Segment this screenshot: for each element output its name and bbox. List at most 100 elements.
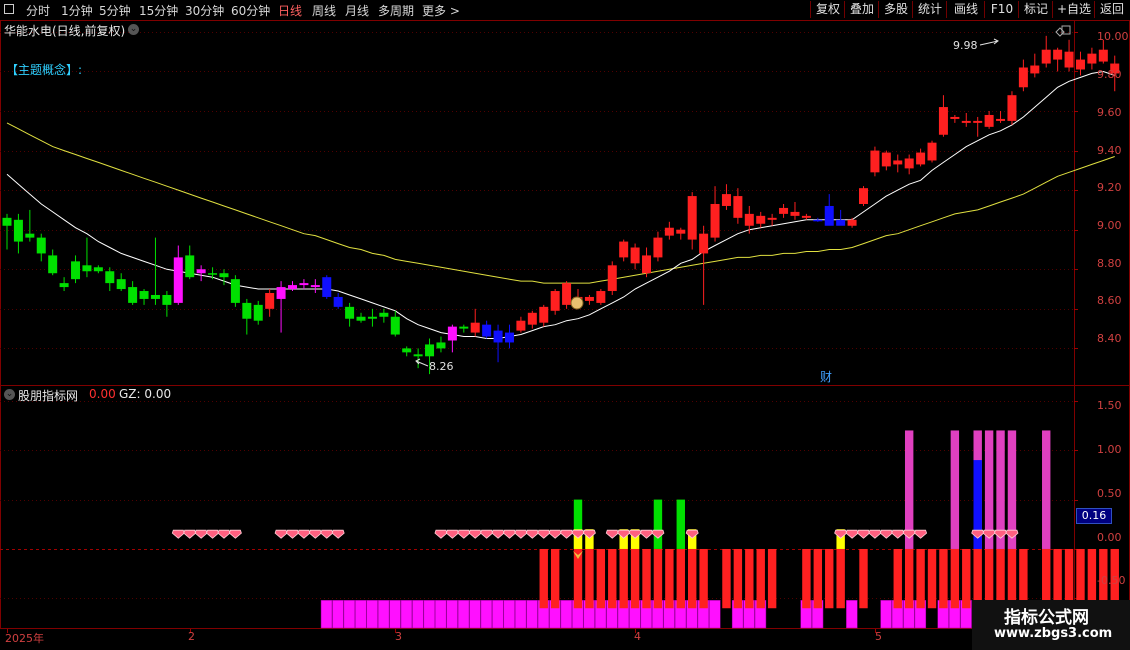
candle-body: [1041, 49, 1051, 64]
date-label: 4: [634, 630, 641, 643]
gem-icon: [891, 529, 905, 539]
candle-body: [676, 229, 686, 234]
gem-icon: [857, 529, 870, 539]
chevron-down-icon[interactable]: ⌄: [128, 24, 139, 35]
gem-icon: [217, 529, 231, 539]
candle-body: [550, 291, 560, 311]
candle-body: [265, 293, 275, 309]
indicator-magenta-bar: [389, 600, 401, 629]
candle-body: [584, 296, 594, 301]
candle-body: [48, 255, 58, 274]
gem-icon: [468, 529, 482, 539]
candle-body: [516, 320, 526, 331]
price-tick: 8.40: [1097, 332, 1122, 345]
candle-body: [801, 215, 811, 218]
candle-body: [916, 152, 926, 165]
candle-body: [996, 118, 1006, 121]
candle-body: [733, 196, 743, 218]
candle-body: [105, 271, 115, 284]
indicator-red-bar: [630, 548, 640, 609]
candle-body: [493, 330, 503, 343]
candle-body: [699, 233, 709, 254]
candle-body: [333, 296, 343, 307]
indicator-magenta-bar: [514, 600, 527, 629]
indicator-tick: 1.00: [1097, 443, 1122, 456]
indicator-red-bar: [596, 548, 606, 609]
indicator-red-bar: [688, 548, 697, 609]
indicator-red-bar: [813, 548, 823, 609]
candle-body: [253, 304, 263, 321]
indicator-magenta-bar: [343, 600, 356, 629]
candle-body: [1087, 53, 1097, 64]
indicator-red-bar: [916, 548, 925, 609]
candle-body: [596, 291, 606, 303]
indicator-red-bar: [619, 548, 628, 609]
indicator-red-bar: [802, 548, 811, 609]
candle-body: [539, 306, 549, 323]
indicator-red-bar: [950, 548, 960, 609]
indicator-magenta-bar: [560, 600, 573, 629]
candle-body: [82, 265, 92, 272]
price-tick: 9.40: [1097, 144, 1122, 157]
candle-body: [1098, 49, 1108, 62]
candle-body: [2, 217, 12, 226]
indicator-tick: 0.00: [1097, 531, 1122, 544]
money-bag-icon: [570, 296, 584, 310]
watermark-title: 指标公式网: [1004, 608, 1089, 628]
indicator-magenta-bar: [400, 600, 413, 629]
indicator-menu-icon[interactable]: ⌄: [4, 389, 15, 400]
gem-icon: [537, 529, 551, 539]
kline-chart[interactable]: 9.98 8.26 财: [0, 0, 1130, 650]
candle-body: [436, 342, 446, 349]
candle-body: [322, 277, 332, 297]
gem-icon: [297, 529, 311, 539]
indicator-tick: 1.50: [1097, 399, 1122, 412]
indicator-value: 0.00: [89, 387, 116, 401]
theme-concept-label: 【主题概念】:: [6, 63, 83, 77]
candle-body: [904, 158, 914, 169]
candle-body: [721, 194, 731, 206]
indicator-name: 股朋指标网: [18, 389, 79, 403]
indicator-red-bar: [608, 548, 617, 609]
candle-body: [367, 316, 377, 319]
candle-body: [1053, 49, 1063, 60]
candle-body: [779, 207, 789, 214]
candle-body: [425, 344, 435, 357]
indicator-red-bar: [539, 548, 548, 609]
high-arrow-icon: [979, 38, 999, 46]
indicator-green_pos-bar: [676, 499, 685, 549]
indicator-magenta-bar: [492, 600, 504, 629]
gem-icon: [879, 529, 893, 539]
candle-body: [653, 237, 663, 258]
indicator-tick: -0.50: [1097, 574, 1126, 587]
candle-body: [687, 196, 697, 240]
indicator-magenta-bar: [503, 600, 515, 629]
indicator-magenta-bar: [412, 600, 424, 629]
candle-body: [870, 150, 880, 173]
low-price-label: 8.26: [429, 360, 454, 373]
candle-body: [402, 348, 412, 353]
candle-body: [642, 255, 652, 274]
date-label: 2025年: [5, 632, 44, 645]
candle-body: [1075, 59, 1085, 70]
gem-icon: [228, 529, 242, 539]
candle-body: [881, 152, 891, 167]
candle-body: [824, 205, 834, 226]
finance-marker: 财: [820, 370, 832, 384]
candle-body: [859, 188, 868, 204]
price-tick: 8.80: [1097, 257, 1122, 270]
candle-body: [128, 287, 138, 303]
candle-body: [93, 267, 103, 272]
price-tick: 9.60: [1097, 106, 1122, 119]
indicator-red-bar: [665, 548, 674, 609]
candle-body: [790, 211, 800, 216]
candle-body: [562, 283, 572, 305]
price-tick: 8.60: [1097, 294, 1122, 307]
indicator-red-bar: [642, 548, 651, 609]
gem-icon: [274, 529, 288, 539]
candle-body: [1018, 67, 1028, 88]
candle-body: [1030, 65, 1040, 74]
indicator-magenta-bar: [377, 600, 390, 629]
gem-icon: [320, 529, 334, 539]
candle-body: [470, 322, 480, 333]
